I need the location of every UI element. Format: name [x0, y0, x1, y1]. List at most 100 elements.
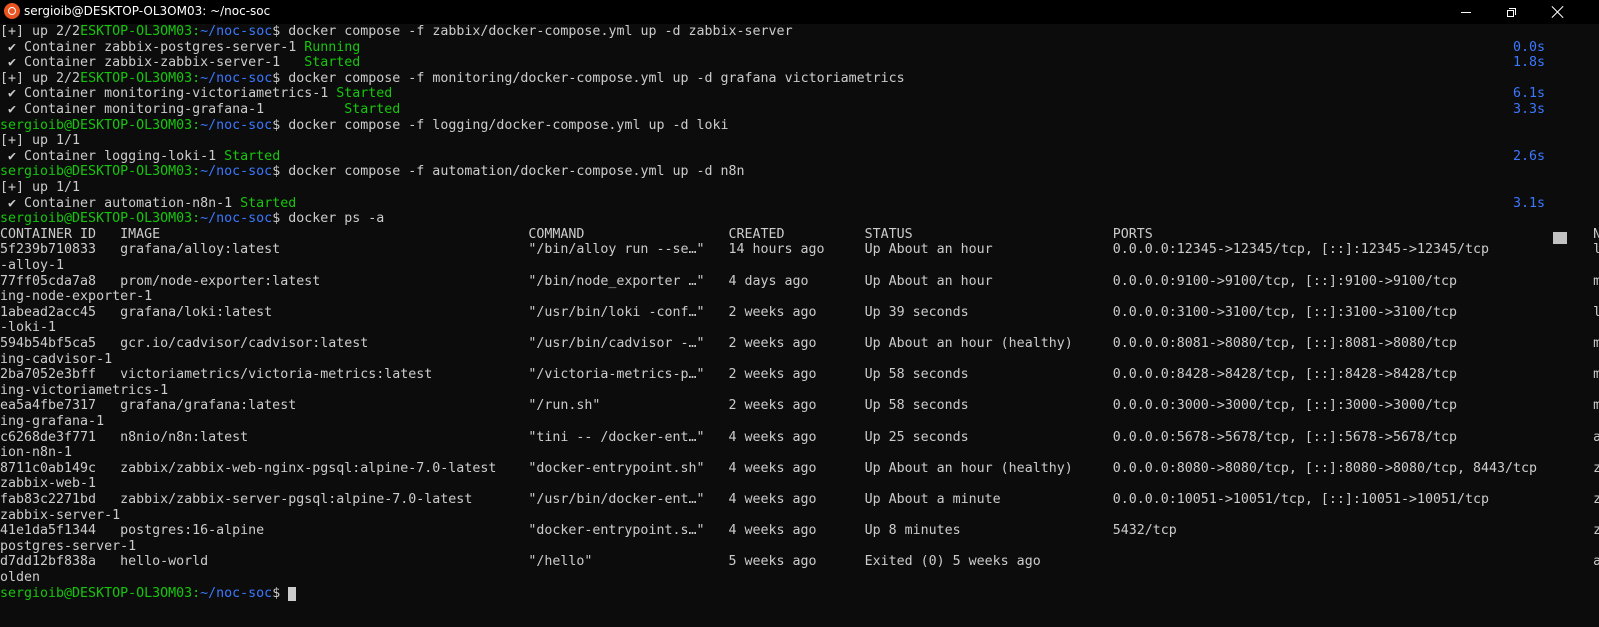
line-text: 2ba7052e3bff victoriametrics/victoria-me… [0, 367, 1599, 383]
terminal-output[interactable]: [+] up 2/2ESKTOP-OL3OM03:~/noc-soc$ dock… [0, 24, 1599, 627]
prompt-user: Started [336, 86, 393, 102]
terminal-line: ✔ Container zabbix-postgres-server-1 Run… [0, 40, 1553, 56]
window-titlebar: sergioib@DESKTOP-OL3OM03: ~/noc-soc [0, 0, 1599, 24]
duration-label: 0.0s [1512, 39, 1545, 55]
line-text: [+] up 1/1 [0, 133, 81, 149]
duration-label: 3.1s [1512, 195, 1545, 211]
prompt-user: sergioib@DESKTOP-OL3OM03: [0, 117, 201, 133]
prompt-user: Started [304, 55, 361, 71]
line-text: fab83c2271bd zabbix/zabbix-server-pgsql:… [0, 492, 1599, 507]
prompt-user: ESKTOP-OL3OM03: [80, 70, 201, 86]
terminal-line: ing-cadvisor-1 [0, 352, 1553, 368]
terminal-line: ✔ Container automation-n8n-1 Started 3.1s [0, 196, 1553, 212]
line-text: -loki-1 [0, 320, 57, 336]
terminal-line: ✔ Container zabbix-zabbix-server-1 Start… [0, 55, 1553, 71]
terminal-line: sergioib@DESKTOP-OL3OM03:~/noc-soc$ dock… [0, 118, 1553, 134]
terminal-line: CONTAINER ID IMAGE COMMAND CREATED STATU… [0, 227, 1599, 243]
line-text: ing-cadvisor-1 [0, 351, 113, 367]
terminal-line: -loki-1 [0, 320, 1553, 336]
line-text: ✔ Container monitoring-victoriametrics-1 [0, 86, 337, 102]
terminal-line: sergioib@DESKTOP-OL3OM03:~/noc-soc$ dock… [0, 164, 1553, 180]
line-text: olden [0, 570, 41, 585]
prompt-user: Started [224, 148, 281, 164]
terminal-line: ing-grafana-1 [0, 414, 1553, 430]
line-text: ✔ Container zabbix-zabbix-server-1 [0, 55, 305, 71]
minimize-icon [1461, 11, 1471, 13]
line-text: 8711c0ab149c zabbix/zabbix-web-nginx-pgs… [0, 460, 1599, 476]
terminal-line: ea5a4fbe7317 grafana/grafana:latest "/ru… [0, 398, 1599, 414]
terminal-line: [+] up 2/2ESKTOP-OL3OM03:~/noc-soc$ dock… [0, 71, 1553, 87]
terminal-line: 77ff05cda7a8 prom/node-exporter:latest "… [0, 274, 1599, 290]
duration-label: 2.6s [1512, 148, 1545, 164]
terminal-line: -alloy-1 [0, 258, 1553, 274]
prompt-path: ~/noc-soc [200, 24, 273, 39]
prompt-path: ~/noc-soc [200, 117, 273, 133]
line-text: $ docker ps -a [272, 211, 385, 227]
terminal-line: [+] up 1/1 [0, 133, 1553, 149]
terminal-line: ✔ Container monitoring-victoriametrics-1… [0, 86, 1553, 102]
line-text: 5f239b710833 grafana/alloy:latest "/bin/… [0, 242, 1599, 258]
close-icon [1552, 6, 1564, 18]
terminal-line: sergioib@DESKTOP-OL3OM03:~/noc-soc$ dock… [0, 211, 1553, 227]
line-text: ing-node-exporter-1 [0, 289, 153, 305]
terminal-line: c6268de3f771 n8nio/n8n:latest "tini -- /… [0, 430, 1599, 446]
minimize-button[interactable] [1443, 0, 1489, 24]
line-text: ✔ Container monitoring-grafana-1 [0, 102, 345, 117]
prompt-user: sergioib@DESKTOP-OL3OM03: [0, 211, 201, 227]
terminal-line: sergioib@DESKTOP-OL3OM03:~/noc-soc$ [0, 586, 1553, 602]
line-text: [+] up 2/2 [0, 70, 81, 86]
terminal-line: fab83c2271bd zabbix/zabbix-server-pgsql:… [0, 492, 1599, 508]
line-text: 594b54bf5ca5 gcr.io/cadvisor/cadvisor:la… [0, 336, 1599, 351]
prompt-path: ~/noc-soc [200, 585, 273, 601]
terminal-line: 2ba7052e3bff victoriametrics/victoria-me… [0, 367, 1599, 383]
line-text: ea5a4fbe7317 grafana/grafana:latest "/ru… [0, 398, 1599, 414]
terminal-line: d7dd12bf838a hello-world "/hello" 5 week… [0, 554, 1599, 570]
line-text: [+] up 2/2 [0, 24, 81, 39]
line-text: $ docker compose -f zabbix/docker-compos… [272, 24, 793, 39]
terminal-line: zabbix-server-1 [0, 508, 1553, 524]
terminal-line: 594b54bf5ca5 gcr.io/cadvisor/cadvisor:la… [0, 336, 1599, 352]
line-text: postgres-server-1 [0, 538, 137, 554]
prompt-path: ~/noc-soc [200, 70, 273, 86]
text-cursor [288, 586, 297, 601]
line-text: ing-grafana-1 [0, 414, 105, 429]
prompt-path: ~/noc-soc [200, 211, 273, 227]
line-text: $ docker compose -f logging/docker-compo… [272, 117, 729, 133]
line-text: [+] up 1/1 [0, 180, 81, 195]
ubuntu-icon [4, 3, 20, 19]
prompt-user: ESKTOP-OL3OM03: [80, 24, 201, 39]
line-text: ✔ Container zabbix-postgres-server-1 [0, 39, 305, 55]
maximize-button[interactable] [1489, 0, 1535, 24]
line-text: $ [272, 585, 289, 601]
scrollbar-thumb[interactable] [1553, 232, 1567, 244]
line-text: d7dd12bf838a hello-world "/hello" 5 week… [0, 554, 1599, 570]
line-text: ion-n8n-1 [0, 445, 73, 461]
terminal-line: olden [0, 570, 1553, 586]
close-button[interactable] [1535, 0, 1581, 24]
maximize-icon [1507, 7, 1517, 17]
prompt-path: ~/noc-soc [200, 164, 273, 180]
line-text: ✔ Container automation-n8n-1 [0, 195, 241, 211]
prompt-user: Started [240, 195, 297, 211]
prompt-user: sergioib@DESKTOP-OL3OM03: [0, 164, 201, 180]
terminal-line: 8711c0ab149c zabbix/zabbix-web-nginx-pgs… [0, 461, 1599, 477]
line-text: -alloy-1 [0, 258, 65, 273]
terminal-line: ing-node-exporter-1 [0, 289, 1553, 305]
terminal-line: ✔ Container logging-loki-1 Started 2.6s [0, 149, 1553, 165]
prompt-user: sergioib@DESKTOP-OL3OM03: [0, 585, 201, 601]
scrollbar-track[interactable] [1553, 24, 1567, 627]
terminal-line: zabbix-web-1 [0, 476, 1553, 492]
duration-label: 3.3s [1512, 102, 1545, 117]
duration-label: 6.1s [1512, 86, 1545, 102]
line-text: CONTAINER ID IMAGE COMMAND CREATED STATU… [0, 226, 1599, 242]
line-text: 41e1da5f1344 postgres:16-alpine "docker-… [0, 523, 1599, 539]
terminal-line: ion-n8n-1 [0, 445, 1553, 461]
line-text: 1abead2acc45 grafana/loki:latest "/usr/b… [0, 304, 1599, 320]
line-text: c6268de3f771 n8nio/n8n:latest "tini -- /… [0, 429, 1599, 445]
line-text: ing-victoriametrics-1 [0, 382, 169, 398]
line-text: zabbix-web-1 [0, 476, 97, 492]
line-text: $ docker compose -f automation/docker-co… [272, 164, 745, 180]
terminal-line: 5f239b710833 grafana/alloy:latest "/bin/… [0, 242, 1599, 258]
terminal-line: postgres-server-1 [0, 539, 1553, 555]
terminal-line: ing-victoriametrics-1 [0, 383, 1553, 399]
